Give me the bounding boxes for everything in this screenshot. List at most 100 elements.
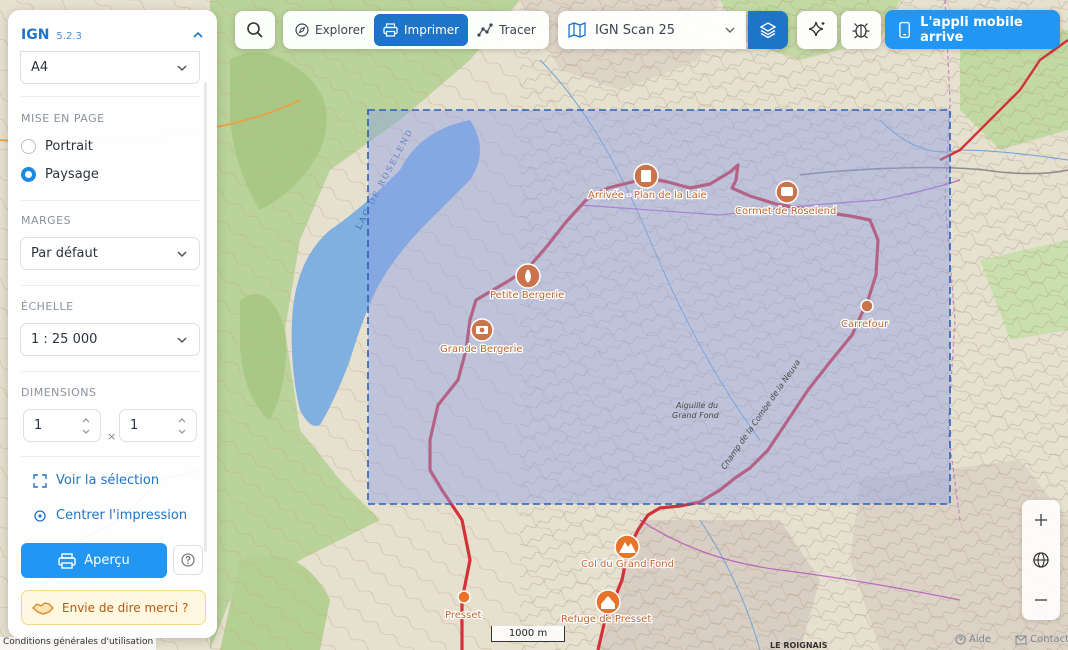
- mode-switcher: Explorer Imprimer Tracer: [283, 11, 549, 49]
- zoom-in-button[interactable]: [1022, 500, 1060, 540]
- paper-format-value: A4: [31, 60, 49, 75]
- map-icon: [568, 22, 586, 38]
- dimensions-cols-input[interactable]: 1: [23, 409, 101, 442]
- layout-option-landscape[interactable]: Paysage: [21, 167, 99, 182]
- route-icon: [477, 23, 493, 37]
- target-icon: [34, 509, 46, 522]
- zoom-controls: [1022, 500, 1060, 620]
- paper-format-select[interactable]: A4: [20, 51, 200, 84]
- radio-portrait[interactable]: [21, 139, 36, 154]
- help-label: Aide: [969, 634, 992, 645]
- divider: [21, 200, 199, 201]
- bug-report-icon: [852, 23, 870, 39]
- panel-header: IGN 5.2.3: [21, 25, 205, 45]
- ai-assistant-button[interactable]: [797, 11, 837, 49]
- svg-text:Presset: Presset: [445, 610, 481, 621]
- app-version: 5.2.3: [56, 30, 82, 42]
- sparkle-icon: [808, 21, 825, 37]
- svg-text:Arrivée - Plan de la Laie: Arrivée - Plan de la Laie: [588, 189, 707, 201]
- divider: [21, 371, 199, 372]
- globe-icon: [1033, 552, 1049, 568]
- tab-explorer[interactable]: Explorer: [286, 14, 374, 46]
- contact-link[interactable]: Contact: [1015, 634, 1068, 645]
- footer-links: Aide Contact: [955, 634, 1068, 645]
- mail-icon: [1015, 635, 1027, 644]
- scale-value: 1 : 25 000: [31, 332, 98, 347]
- help-button[interactable]: [173, 545, 203, 575]
- print-panel: IGN 5.2.3 A4 MISE EN PAGE Portrait Paysa…: [8, 10, 217, 638]
- printer-icon: [383, 23, 398, 37]
- printer-icon: [58, 552, 76, 569]
- svg-text:Refuge de Presset: Refuge de Presset: [561, 614, 651, 625]
- terms-link[interactable]: Conditions générales d'utilisation: [0, 637, 157, 650]
- chevron-down-icon: [725, 27, 735, 33]
- divider: [21, 96, 199, 97]
- divider: [21, 285, 199, 286]
- center-print-link[interactable]: Centrer l'impression: [33, 508, 187, 523]
- svg-text:Cormet de Roselend: Cormet de Roselend: [735, 206, 836, 217]
- minus-icon: [1035, 599, 1047, 601]
- layers-icon: [759, 22, 777, 39]
- dimensions-rows-value: 1: [130, 418, 139, 433]
- tab-imprimer[interactable]: Imprimer: [373, 14, 469, 46]
- settings-button[interactable]: [841, 11, 881, 49]
- tab-imprimer-label: Imprimer: [403, 23, 460, 37]
- svg-text:Grande Bergerie: Grande Bergerie: [440, 344, 523, 355]
- preview-label: Aperçu: [84, 553, 130, 568]
- compass-icon: [295, 23, 309, 37]
- dimensions-cols-value: 1: [34, 418, 43, 433]
- svg-text:Petite Bergerie: Petite Bergerie: [490, 290, 564, 301]
- layout-option-label: Portrait: [45, 139, 93, 154]
- help-link[interactable]: Aide: [955, 634, 1003, 645]
- svg-text:Col du Grand Fond: Col du Grand Fond: [581, 559, 674, 570]
- thanks-button[interactable]: Envie de dire merci ?: [21, 590, 206, 625]
- panel-scrollbar[interactable]: [204, 82, 207, 552]
- divider: [21, 456, 199, 457]
- layout-option-label: Paysage: [45, 167, 99, 182]
- handshake-icon: [32, 601, 54, 615]
- layout-section-title: MISE EN PAGE: [21, 112, 105, 125]
- brand-logo: IGN: [21, 27, 50, 43]
- globe-view-button[interactable]: [1022, 540, 1060, 580]
- basemap-value: IGN Scan 25: [595, 22, 676, 38]
- scale-section-title: ÉCHELLE: [21, 300, 74, 313]
- tab-explorer-label: Explorer: [315, 23, 365, 37]
- tab-tracer[interactable]: Tracer: [468, 14, 545, 46]
- help-icon: [181, 553, 195, 567]
- contact-label: Contact: [1030, 634, 1068, 645]
- margins-select[interactable]: Par défaut: [20, 237, 200, 270]
- chevron-down-icon: [177, 250, 187, 257]
- stepper-icon[interactable]: [176, 414, 188, 438]
- search-icon: [247, 22, 263, 38]
- dimensions-rows-input[interactable]: 1: [119, 409, 197, 442]
- search-button[interactable]: [235, 11, 275, 49]
- zoom-out-button[interactable]: [1022, 580, 1060, 620]
- view-selection-label: Voir la sélection: [56, 473, 160, 488]
- radio-landscape[interactable]: [21, 167, 36, 182]
- collapse-panel-button[interactable]: [191, 28, 205, 42]
- scale-select[interactable]: 1 : 25 000: [20, 323, 200, 356]
- dimensions-section-title: DIMENSIONS: [21, 386, 97, 399]
- thanks-label: Envie de dire merci ?: [62, 600, 189, 615]
- layout-option-portrait[interactable]: Portrait: [21, 139, 93, 154]
- view-selection-link[interactable]: Voir la sélection: [33, 473, 159, 488]
- basemap-select[interactable]: IGN Scan 25: [558, 11, 746, 49]
- preview-button[interactable]: Aperçu: [21, 543, 167, 578]
- margins-value: Par défaut: [31, 246, 98, 261]
- mobile-app-banner[interactable]: L'appli mobile arrive: [885, 10, 1060, 49]
- stepper-icon[interactable]: [80, 414, 92, 438]
- chevron-down-icon: [177, 64, 187, 71]
- dimensions-separator: ×: [107, 430, 117, 443]
- terrain-label-aiguille: Aiguille du: [675, 401, 718, 410]
- mobile-app-label: L'appli mobile arrive: [920, 14, 1023, 45]
- layers-button[interactable]: [748, 11, 788, 49]
- chevron-up-icon: [193, 31, 203, 38]
- center-print-label: Centrer l'impression: [56, 508, 188, 523]
- terrain-label-grand-fond: Grand Fond: [672, 411, 720, 420]
- chevron-down-icon: [177, 336, 187, 343]
- margins-section-title: MARGES: [21, 214, 72, 227]
- help-icon: [955, 634, 966, 645]
- tab-tracer-label: Tracer: [499, 23, 536, 37]
- expand-icon: [33, 473, 47, 488]
- svg-text:Carrefour: Carrefour: [841, 319, 889, 330]
